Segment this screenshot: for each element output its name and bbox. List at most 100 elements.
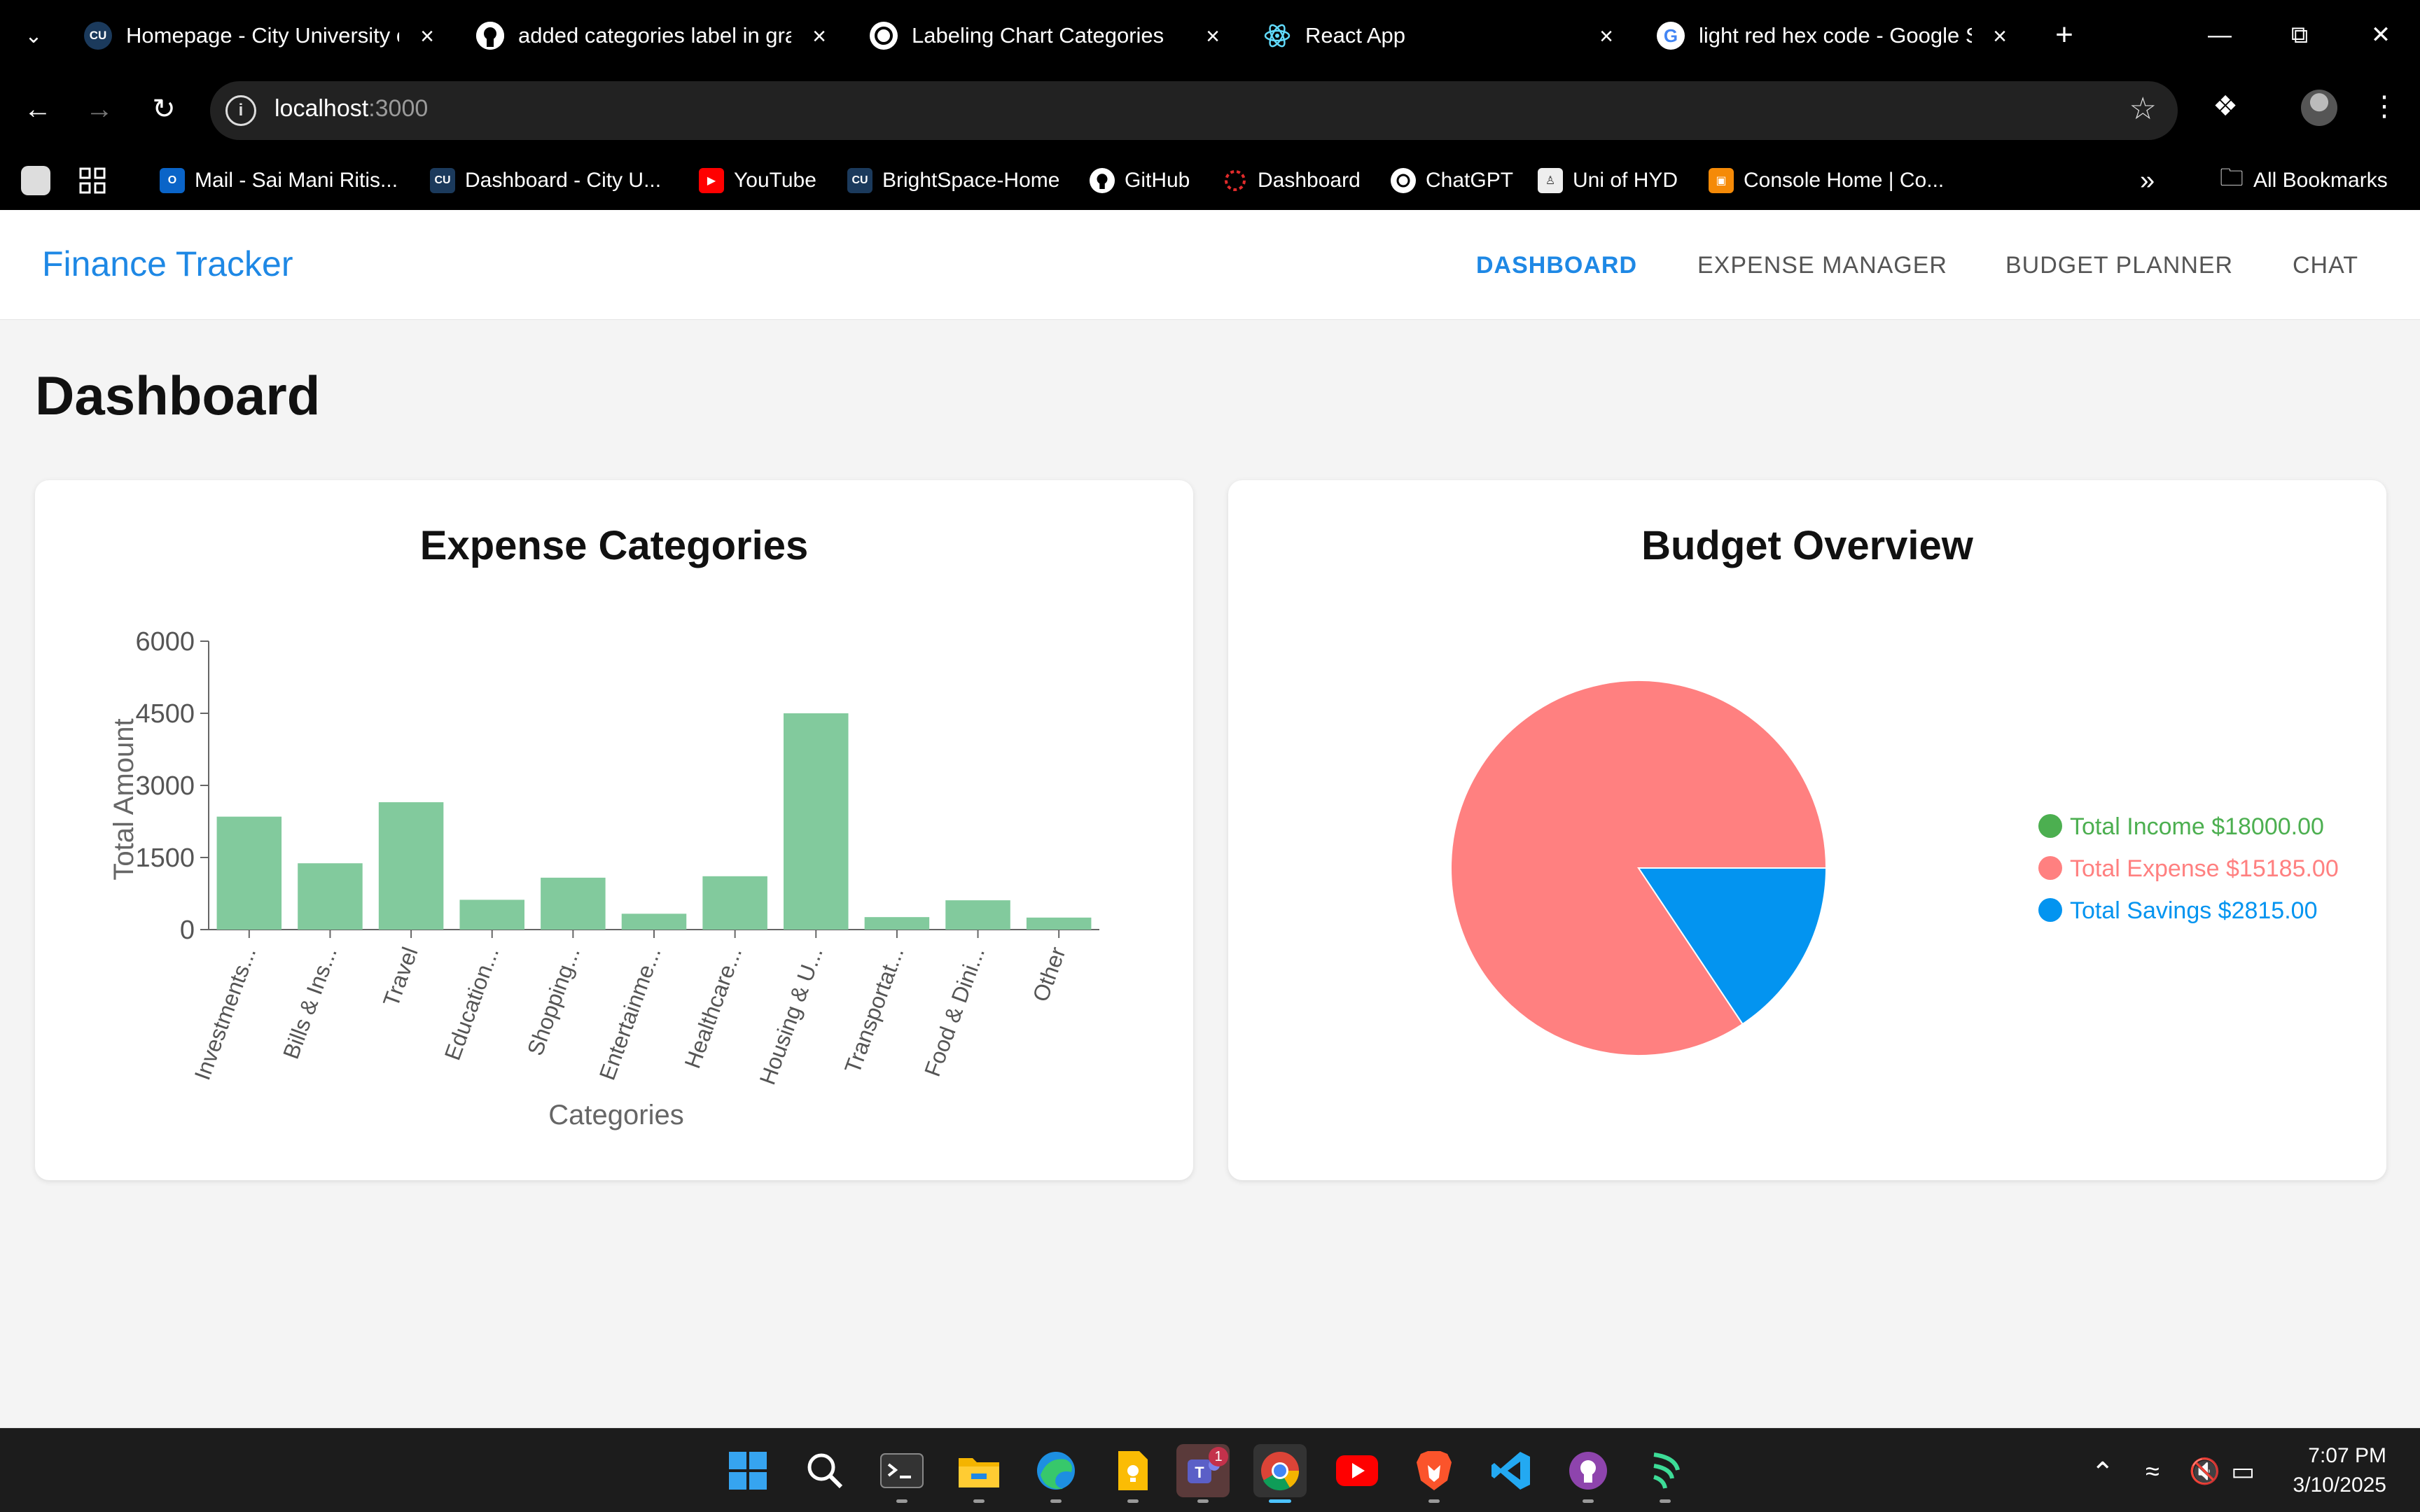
back-icon[interactable]: ← — [17, 88, 59, 130]
tab-title: Homepage - City University of Hong Kong — [126, 23, 399, 48]
youtube-icon: ▶ — [699, 168, 724, 193]
bar-1 — [298, 863, 363, 930]
tray-chevron-up-icon[interactable]: ⌃ — [2091, 1457, 2115, 1489]
bookmark-youtube[interactable]: ▶ YouTube — [699, 163, 816, 198]
terminal-icon[interactable] — [875, 1444, 929, 1503]
close-tab-icon[interactable]: × — [805, 22, 833, 50]
app-brand[interactable]: Finance Tracker — [42, 244, 293, 284]
expense-categories-card: Expense Categories 0 1500 3000 4500 6000 Inve… — [35, 480, 1193, 1180]
tab-github[interactable]: added categories label in graph × — [476, 10, 833, 62]
extensions-icon[interactable]: ❖ — [2204, 85, 2246, 127]
nav-dashboard[interactable]: DASHBOARD — [1476, 252, 1637, 279]
running-indicator — [1583, 1499, 1594, 1503]
canvas-icon — [1223, 168, 1248, 193]
app-icon[interactable] — [1639, 1444, 1692, 1503]
bookmark-canvas-dashboard[interactable]: Dashboard — [1223, 163, 1361, 198]
bookmarks-overflow-icon[interactable]: » — [2140, 163, 2155, 198]
legend-swatch-0 — [2038, 814, 2062, 838]
bookmark-mail[interactable]: O Mail - Sai Mani Ritis... — [160, 163, 398, 198]
bookmarks-bar: O Mail - Sai Mani Ritis... CU Dashboard - … — [0, 150, 2420, 210]
bookmark-aws-console[interactable]: ▣ Console Home | Co... — [1709, 163, 1944, 198]
bar-9 — [945, 900, 1010, 930]
chrome-icon[interactable] — [1253, 1444, 1307, 1503]
bookmark-label: BrightSpace-Home — [882, 169, 1060, 192]
windows-icon[interactable] — [721, 1444, 774, 1497]
battery-icon[interactable]: ▭ — [2231, 1457, 2255, 1486]
url-host: localhost — [274, 95, 369, 122]
apps-grid-icon[interactable] — [78, 163, 106, 198]
y-tick-label: 0 — [180, 916, 195, 945]
bookmark-label: Uni of HYD — [1573, 169, 1678, 192]
bookmark-uni-of-hyd[interactable]: ♙ Uni of HYD — [1538, 163, 1678, 198]
x-axis-label: Categories — [548, 1100, 683, 1130]
address-bar[interactable]: i localhost:3000 ☆ — [210, 81, 2178, 140]
page-title: Dashboard — [35, 365, 321, 426]
tab-title: React App — [1305, 23, 1406, 48]
bookmark-label: Dashboard — [1258, 169, 1361, 192]
tab-groups-icon[interactable] — [21, 163, 60, 198]
close-tab-icon[interactable]: × — [1199, 22, 1227, 50]
folder-icon: 🗀 — [2220, 164, 2244, 191]
x-tick-label: Entertainme... — [594, 944, 666, 1084]
browser-menu-icon[interactable]: ⋮ — [2367, 85, 2402, 127]
youtube-icon[interactable] — [1330, 1444, 1384, 1497]
x-tick-label: Investments... — [189, 944, 260, 1083]
profile-avatar[interactable] — [2301, 90, 2337, 126]
teams-notification-badge: 1 — [1209, 1447, 1228, 1466]
x-tick-label: Bills & Ins... — [278, 944, 342, 1062]
google-icon: G — [1657, 22, 1685, 50]
github-icon — [476, 22, 504, 50]
url-text[interactable]: localhost:3000 — [274, 95, 428, 122]
bookmark-star-icon[interactable]: ☆ — [2129, 91, 2157, 127]
file-explorer-icon[interactable] — [952, 1444, 1006, 1503]
keep-icon[interactable] — [1106, 1444, 1160, 1503]
clock-date: 3/10/2025 — [2293, 1474, 2386, 1497]
app-navbar: Finance Tracker DASHBOARD EXPENSE MANAGE… — [0, 210, 2420, 320]
close-tab-icon[interactable]: × — [1986, 22, 2014, 50]
bookmark-github[interactable]: GitHub — [1090, 163, 1190, 198]
github-desktop-icon[interactable] — [1562, 1444, 1615, 1503]
bookmark-label: ChatGPT — [1426, 169, 1514, 192]
new-tab-button[interactable]: + — [2045, 15, 2084, 55]
outlook-icon: O — [160, 168, 185, 193]
tab-react-app[interactable]: React App × — [1263, 10, 1620, 62]
minimize-icon[interactable]: — — [2200, 15, 2239, 55]
close-window-icon[interactable]: ✕ — [2361, 15, 2400, 55]
tab-search-chevron-icon[interactable]: ⌄ — [17, 20, 50, 53]
tab-title: Labeling Chart Categories — [912, 23, 1164, 48]
tab-chatgpt[interactable]: Labeling Chart Categories × — [870, 10, 1227, 62]
edge-icon[interactable] — [1029, 1444, 1083, 1503]
y-tick-label: 4500 — [135, 699, 195, 729]
brave-icon[interactable] — [1407, 1444, 1461, 1503]
react-icon — [1263, 22, 1291, 50]
nav-chat[interactable]: CHAT — [2293, 252, 2358, 279]
vscode-icon[interactable] — [1484, 1444, 1538, 1497]
tab-google-search[interactable]: G light red hex code - Google Search × — [1657, 10, 2014, 62]
restore-icon[interactable]: ⧉ — [2280, 15, 2319, 55]
all-bookmarks-button[interactable]: 🗀 All Bookmarks — [2220, 163, 2388, 198]
bookmark-chatgpt[interactable]: ChatGPT — [1391, 163, 1513, 198]
running-indicator — [1197, 1499, 1209, 1503]
bookmark-dashboard-city-u[interactable]: CU Dashboard - City U... — [430, 163, 661, 198]
taskbar-clock[interactable]: 7:07 PM 3/10/2025 — [2293, 1441, 2386, 1500]
forward-icon[interactable]: → — [78, 88, 120, 130]
bookmark-brightspace[interactable]: CU BrightSpace-Home — [847, 163, 1059, 198]
nav-budget-planner[interactable]: BUDGET PLANNER — [2005, 252, 2233, 279]
nav-expense-manager[interactable]: EXPENSE MANAGER — [1697, 252, 1947, 279]
browser-tab-bar: ⌄ CU Homepage - City University of Hong … — [0, 0, 2420, 70]
tab-city-university[interactable]: CU Homepage - City University of Hong Ko… — [84, 10, 441, 62]
clock-time: 7:07 PM — [2308, 1444, 2386, 1467]
bar-5 — [621, 913, 687, 930]
search-icon[interactable] — [798, 1444, 851, 1497]
reload-icon[interactable]: ↻ — [143, 88, 185, 130]
site-info-icon[interactable]: i — [225, 95, 256, 126]
teams-icon[interactable]: T 1 — [1176, 1444, 1230, 1503]
x-tick-label: Shopping... — [522, 944, 585, 1058]
chatgpt-icon — [870, 22, 898, 50]
close-tab-icon[interactable]: × — [413, 22, 441, 50]
all-bookmarks-label: All Bookmarks — [2253, 169, 2388, 192]
volume-muted-icon[interactable]: 🔇 — [2189, 1457, 2220, 1486]
x-tick-label: Food & Dini... — [919, 944, 989, 1079]
close-tab-icon[interactable]: × — [1592, 22, 1620, 50]
wifi-icon[interactable]: ≈ — [2146, 1457, 2160, 1486]
